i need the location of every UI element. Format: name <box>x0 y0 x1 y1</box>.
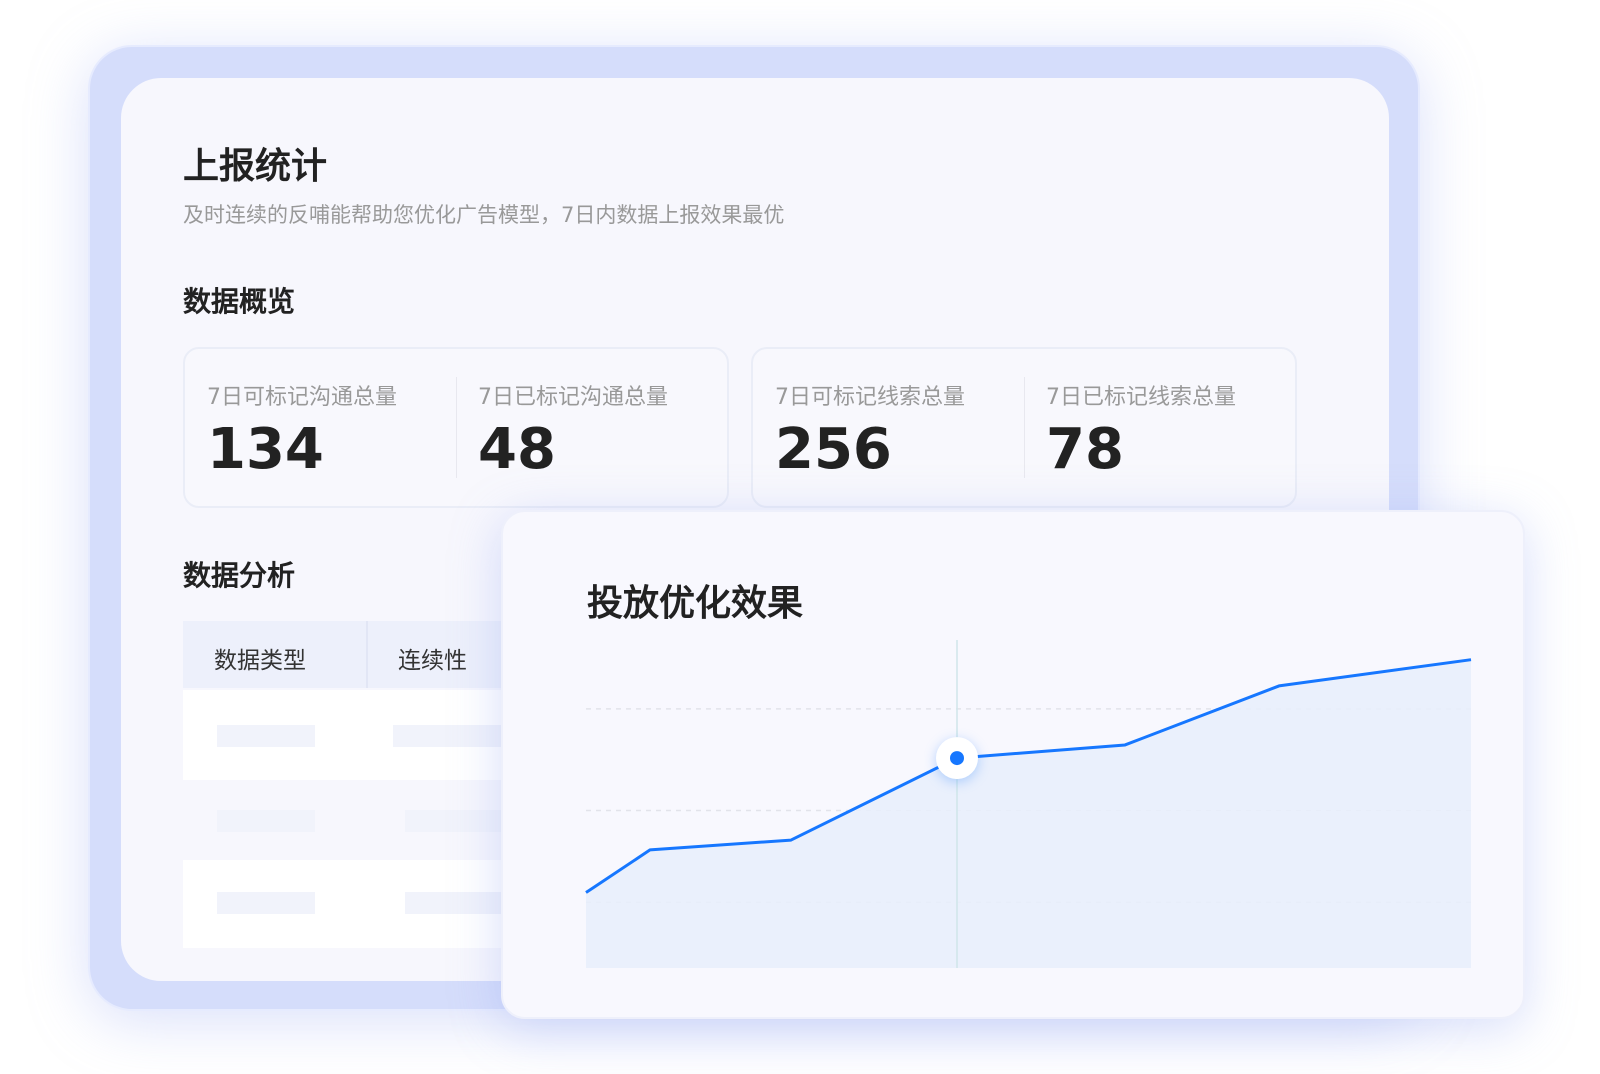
line-chart <box>585 640 1472 968</box>
chart-area-fill <box>586 659 1471 968</box>
highlight-data-point[interactable] <box>950 751 964 766</box>
